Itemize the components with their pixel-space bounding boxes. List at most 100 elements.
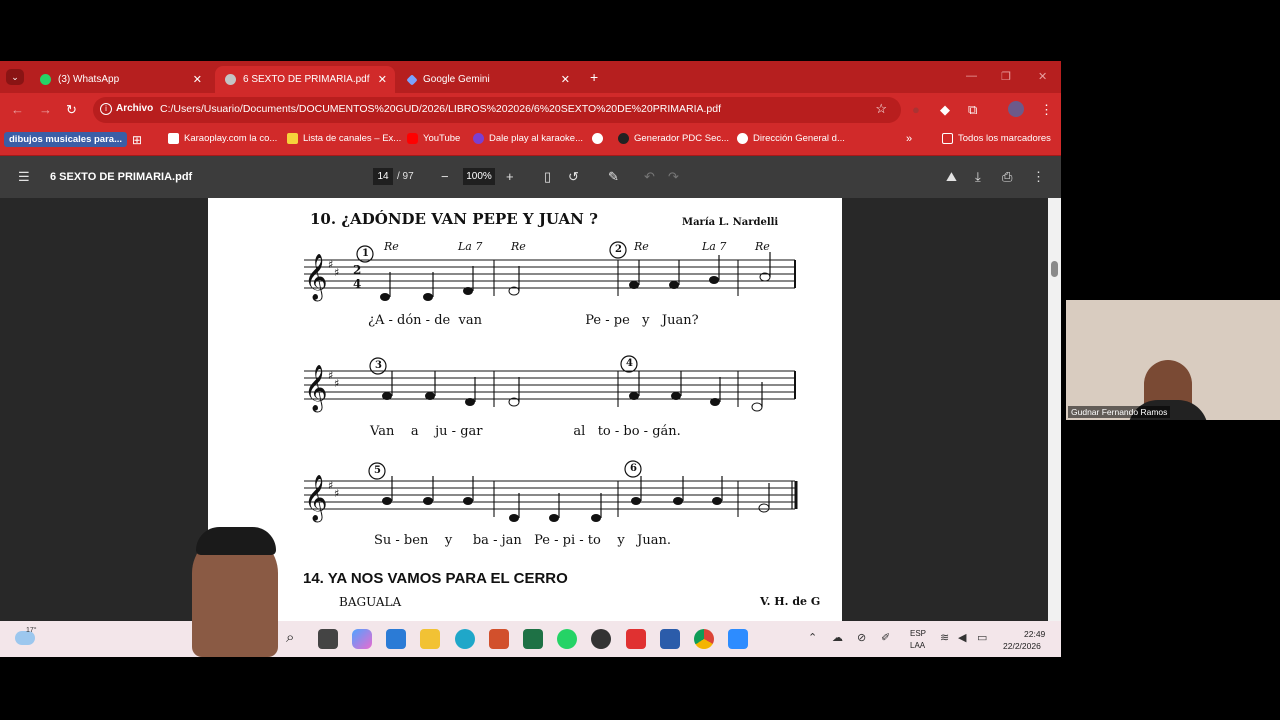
folder-icon[interactable] (420, 629, 440, 649)
tab-gemini[interactable]: Google Gemini ✕ (398, 66, 578, 93)
undo-icon[interactable]: ↶ (644, 169, 655, 185)
participant-name: Gudnar Fernando Ramos (1068, 406, 1171, 418)
zoom-in-icon[interactable]: + (506, 169, 514, 184)
reload-icon[interactable]: ↻ (66, 102, 77, 118)
tab-whatsapp[interactable]: (3) WhatsApp ✕ (30, 66, 210, 93)
svg-text:♯: ♯ (328, 479, 333, 492)
close-icon[interactable]: ✕ (193, 73, 202, 86)
store-icon[interactable] (386, 629, 406, 649)
tab-label: (3) WhatsApp (58, 74, 120, 85)
bookmark-item[interactable]: Dirección General d... (737, 133, 845, 144)
tab-label: 6 SEXTO DE PRIMARIA.pdf (243, 74, 370, 85)
more-icon[interactable]: ⋮ (1032, 169, 1045, 185)
url-text[interactable]: C:/Users/Usuario/Documents/DOCUMENTOS%20… (160, 103, 721, 115)
sync-off-icon[interactable]: ⊘ (857, 631, 866, 644)
chrome-icon[interactable] (694, 629, 714, 649)
fit-page-icon[interactable]: ▯ (544, 169, 551, 185)
forward-icon[interactable]: → (39, 102, 52, 117)
wps-icon[interactable] (626, 629, 646, 649)
taskbar: 17° ⌕ ⌃ ☁ ⊘ ✐ ESP LAA ≋ ◀ ▭ 22:49 22/2/2… (0, 621, 1061, 657)
whatsapp-icon[interactable] (557, 629, 577, 649)
onedrive-icon[interactable]: ☁ (832, 631, 843, 644)
svg-text:4: 4 (353, 277, 361, 291)
pdf-title: 6 SEXTO DE PRIMARIA.pdf (50, 171, 193, 183)
rotate-icon[interactable]: ↺ (568, 169, 579, 185)
bookmark-label: YouTube (423, 133, 461, 144)
maximize-icon[interactable]: ❐ (1001, 70, 1011, 83)
chevron-up-icon[interactable]: ⌃ (808, 631, 817, 644)
scrollbar-thumb[interactable] (1051, 261, 1058, 277)
copilot-icon[interactable] (352, 629, 372, 649)
measure-marker: 2 (615, 244, 622, 255)
tab-pdf[interactable]: 6 SEXTO DE PRIMARIA.pdf ✕ (215, 66, 395, 93)
chatgpt-icon[interactable] (591, 629, 611, 649)
file-chip[interactable]: Archivo (116, 103, 153, 114)
svg-text:♯: ♯ (334, 377, 339, 390)
bookmarks-bar: dibujos musicales para... ⊞ Karaoplay.co… (0, 127, 1061, 156)
tab-strip: ⌄ (3) WhatsApp ✕ 6 SEXTO DE PRIMARIA.pdf… (0, 61, 1061, 93)
measure-marker: 3 (375, 360, 382, 371)
excel-icon[interactable] (523, 629, 543, 649)
page-number-input[interactable]: 14 (373, 168, 393, 185)
gemini-icon (406, 73, 418, 86)
task-view-icon[interactable] (318, 629, 338, 649)
powerpoint-icon[interactable] (489, 629, 509, 649)
extension-icon[interactable]: ● (912, 102, 920, 117)
svg-text:♯: ♯ (328, 258, 333, 271)
vertical-scrollbar[interactable] (1048, 198, 1061, 621)
pen-icon[interactable]: ✐ (881, 631, 890, 644)
lyrics-line: ¿A - dón - de van Pe - pe y Juan? (368, 313, 699, 328)
back-icon[interactable]: ← (11, 102, 24, 117)
bookmark-label: dibujos musicales para... (9, 134, 122, 145)
bookmark-item[interactable]: Karaoplay.com la co... (168, 133, 277, 144)
print-icon[interactable]: ⎙ (1002, 169, 1012, 185)
list-icon (287, 133, 298, 144)
pdf-viewer[interactable]: 10. ¿ADÓNDE VAN PEPE Y JUAN ? María L. N… (0, 198, 1061, 621)
drive-icon[interactable]: ⛰ (946, 169, 957, 185)
measure-marker: 4 (626, 358, 633, 369)
minimize-icon[interactable]: — (966, 70, 977, 82)
menu-icon[interactable]: ☰ (18, 169, 30, 185)
bookmark-folder[interactable]: Todos los marcadores (942, 133, 1051, 144)
karaoke-icon (168, 133, 179, 144)
puzzle-icon[interactable]: ⧉ (968, 102, 977, 118)
chevron-right-icon[interactable]: » (906, 133, 912, 145)
zoom-input[interactable]: 100% (463, 168, 495, 185)
globe-icon (737, 133, 748, 144)
tab-search-icon[interactable]: ⌄ (6, 69, 24, 85)
download-icon[interactable]: ⤓ (975, 169, 981, 185)
star-icon[interactable]: ☆ (875, 101, 887, 117)
info-icon[interactable]: i (100, 103, 112, 115)
volume-icon[interactable]: ◀ (958, 631, 966, 644)
redo-icon[interactable]: ↷ (668, 169, 679, 185)
word-icon[interactable] (660, 629, 680, 649)
zoom-out-icon[interactable]: − (441, 169, 449, 184)
close-icon[interactable]: ✕ (561, 73, 570, 86)
bookmark-item[interactable]: Generador PDC Sec... (618, 133, 729, 144)
battery-icon[interactable]: ▭ (977, 631, 987, 644)
wifi-icon[interactable]: ≋ (940, 631, 949, 644)
annotate-icon[interactable]: ✎ (608, 169, 619, 185)
bookmark-item[interactable]: dibujos musicales para... (4, 132, 127, 147)
bookmark-item[interactable]: Lista de canales – Ex... (287, 133, 401, 144)
clock-date[interactable]: 22/2/2026 (1003, 641, 1041, 651)
bookmark-item[interactable]: YouTube (407, 133, 460, 144)
song-author: V. H. de G (760, 595, 821, 608)
edge-icon[interactable] (455, 629, 475, 649)
song-subtitle: BAGUALA (339, 595, 402, 609)
zoom-icon[interactable] (728, 629, 748, 649)
close-window-icon[interactable]: ✕ (1038, 70, 1047, 83)
new-tab-button[interactable]: + (590, 69, 598, 85)
bookmark-item[interactable]: Dale play al karaoke... (473, 133, 583, 144)
bookmark-item[interactable] (592, 133, 608, 144)
language-top[interactable]: ESP (910, 629, 926, 638)
extension-icon[interactable]: ◆ (940, 102, 950, 118)
clock-time[interactable]: 22:49 (1024, 629, 1045, 639)
menu-dots-icon[interactable]: ⋮ (1040, 102, 1053, 118)
close-icon[interactable]: ✕ (378, 73, 387, 86)
address-bar[interactable]: i Archivo C:/Users/Usuario/Documents/DOC… (93, 97, 901, 123)
profile-avatar[interactable] (1008, 101, 1024, 117)
apps-grid-icon[interactable]: ⊞ (132, 133, 142, 147)
browser-toolbar: ← → ↻ i Archivo C:/Users/Usuario/Documen… (0, 93, 1061, 127)
language-bottom[interactable]: LAA (910, 641, 925, 650)
